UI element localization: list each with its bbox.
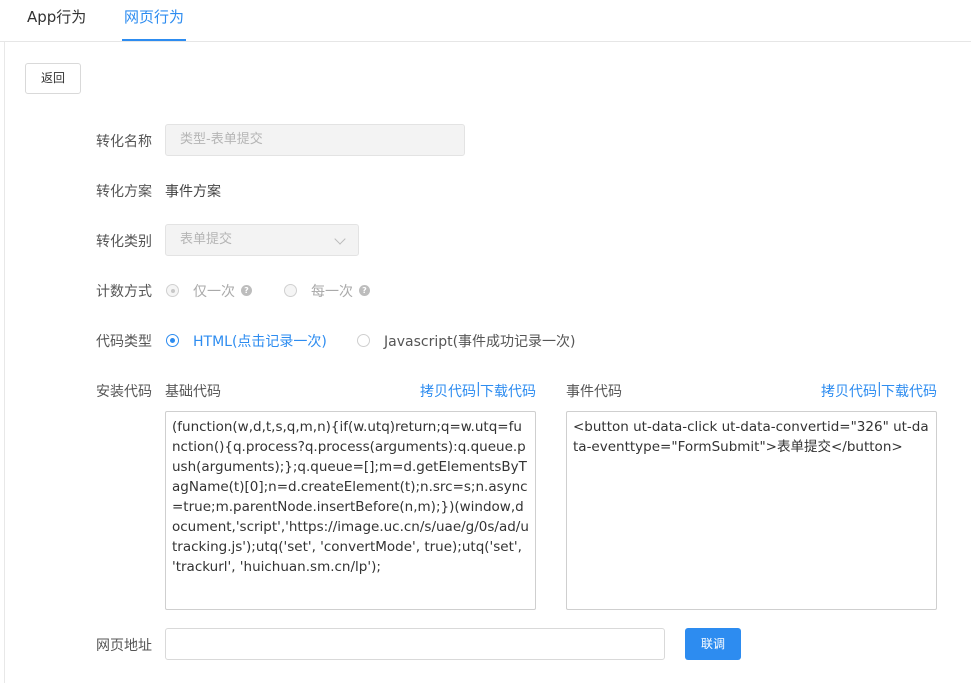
code-type-js-radio[interactable] [357, 334, 370, 347]
conversion-name-label: 转化名称 [96, 134, 152, 150]
tab-bar: App行为 网页行为 [0, 0, 971, 42]
code-type-label: 代码类型 [96, 334, 152, 350]
debug-button[interactable]: 联调 [685, 628, 741, 660]
base-copy-code-link[interactable]: 拷贝代码 [420, 381, 476, 401]
count-once-label: 仅一次 [193, 284, 235, 300]
base-code-textarea[interactable]: (function(w,d,t,s,q,m,n){if(w.utq)return… [165, 411, 536, 610]
conversion-category-label: 转化类别 [96, 234, 152, 250]
tab-web-behavior[interactable]: 网页行为 [122, 0, 187, 41]
count-every-label: 每一次 [311, 284, 353, 300]
count-method-label: 计数方式 [96, 284, 152, 300]
page-url-input[interactable] [165, 628, 665, 660]
conversion-plan-value: 事件方案 [165, 184, 221, 200]
event-code-textarea[interactable]: <button ut-data-click ut-data-convertid=… [566, 411, 937, 610]
page-url-label: 网页地址 [96, 638, 152, 654]
help-icon[interactable]: ? [359, 285, 370, 296]
install-code-label: 安装代码 [96, 384, 152, 400]
count-once-radio[interactable] [166, 284, 179, 297]
code-type-js-label: Javascript(事件成功记录一次) [384, 334, 576, 350]
content-border [4, 42, 5, 683]
event-code-title: 事件代码 [566, 384, 622, 400]
conversion-plan-label: 转化方案 [96, 184, 152, 200]
base-code-title: 基础代码 [165, 384, 221, 400]
code-type-html-radio[interactable] [166, 334, 179, 347]
tab-app-behavior[interactable]: App行为 [27, 0, 86, 41]
event-download-code-link[interactable]: 下载代码 [881, 381, 937, 401]
back-button[interactable]: 返回 [25, 63, 81, 94]
base-download-code-link[interactable]: 下载代码 [480, 381, 536, 401]
event-copy-code-link[interactable]: 拷贝代码 [821, 381, 877, 401]
conversion-name-input[interactable]: 类型-表单提交 [165, 124, 465, 156]
help-icon[interactable]: ? [241, 285, 252, 296]
conversion-category-select[interactable]: 表单提交 [165, 224, 359, 256]
count-every-radio[interactable] [284, 284, 297, 297]
code-type-html-label: HTML(点击记录一次) [193, 334, 327, 350]
